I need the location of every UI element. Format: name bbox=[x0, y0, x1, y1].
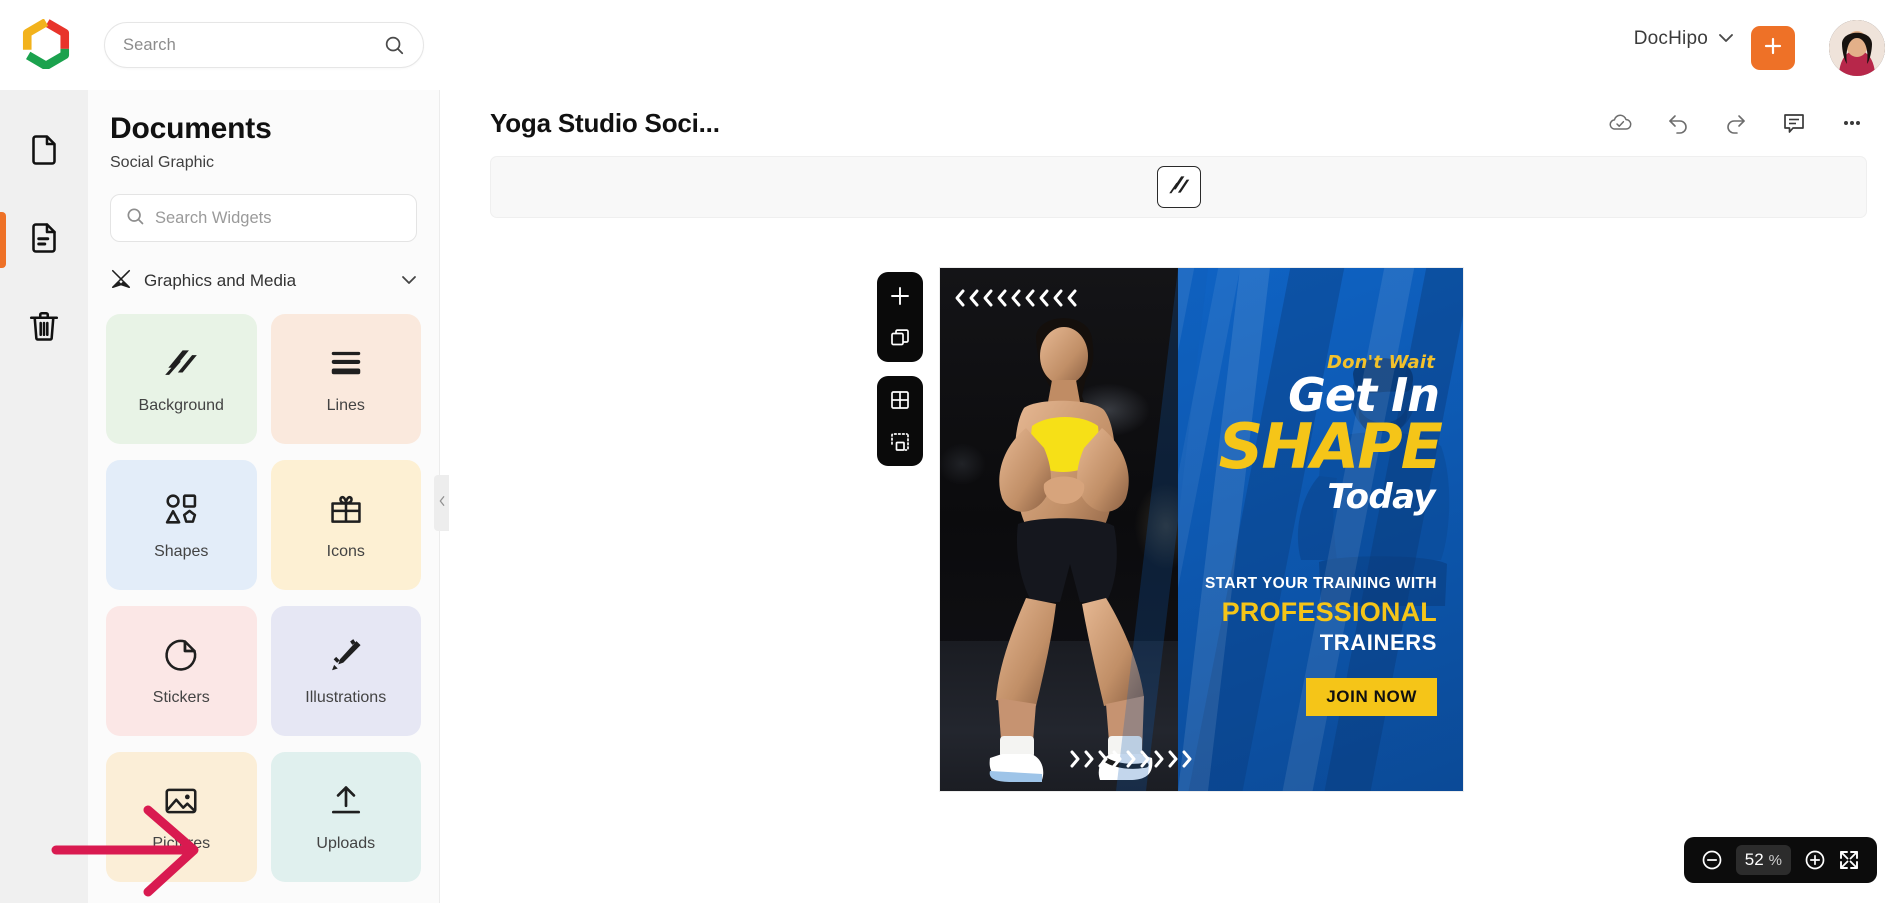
search-widgets-placeholder: Search Widgets bbox=[155, 208, 272, 227]
background-stripes-icon bbox=[1166, 172, 1192, 203]
image-icon bbox=[162, 781, 200, 821]
lines-icon bbox=[327, 343, 365, 383]
zoom-out-icon[interactable] bbox=[1698, 846, 1726, 874]
chevron-down-icon[interactable] bbox=[401, 272, 417, 290]
chevron-left-icon bbox=[437, 494, 447, 512]
search-icon bbox=[383, 34, 405, 56]
zoom-in-icon[interactable] bbox=[1801, 846, 1829, 874]
search-input[interactable]: Search bbox=[123, 36, 383, 55]
zoom-control: 52 % bbox=[1683, 837, 1877, 883]
design-artboard[interactable]: Don't Wait Get In SHAPE Today START YOUR… bbox=[940, 268, 1463, 791]
app-logo[interactable] bbox=[18, 17, 74, 74]
ellipsis-icon[interactable] bbox=[1837, 108, 1867, 138]
plus-icon bbox=[1761, 34, 1785, 63]
artboard-chevrons-top bbox=[954, 288, 1079, 308]
widget-tile-label: Stickers bbox=[152, 689, 210, 706]
widget-tile-shapes[interactable]: Shapes bbox=[106, 460, 257, 590]
widget-tile-label: Shapes bbox=[154, 543, 209, 560]
document-blank-icon bbox=[26, 132, 62, 173]
widget-tile-pictures[interactable]: Pictures bbox=[106, 752, 257, 882]
artboard-blue-panel bbox=[1178, 268, 1463, 791]
grid-view-button[interactable] bbox=[885, 385, 915, 415]
search-icon bbox=[125, 206, 145, 231]
widget-tile-label: Icons bbox=[326, 543, 365, 560]
sticker-icon bbox=[162, 635, 200, 675]
search-widgets-input[interactable]: Search Widgets bbox=[110, 194, 417, 242]
dochipo-logo-icon bbox=[21, 17, 71, 74]
widget-tile-icons[interactable]: Icons bbox=[270, 460, 421, 590]
section-graphics-and-media[interactable]: Graphics and Media bbox=[110, 264, 417, 298]
widget-tile-uploads[interactable]: Uploads bbox=[270, 752, 421, 882]
select-area-button[interactable] bbox=[885, 427, 915, 457]
widgets-panel: Documents Social Graphic Search Widgets … bbox=[88, 90, 440, 903]
zoom-unit: % bbox=[1768, 852, 1782, 869]
widget-tile-label: Illustrations bbox=[305, 689, 387, 706]
document-actions bbox=[1605, 108, 1867, 138]
shapes-icon bbox=[162, 489, 200, 529]
sidebar-item-new-document[interactable] bbox=[0, 108, 88, 196]
page-title: Documents bbox=[110, 112, 272, 145]
chevron-down-icon bbox=[1718, 30, 1734, 48]
background-widget-button[interactable] bbox=[1156, 166, 1201, 208]
avatar[interactable] bbox=[1829, 20, 1885, 76]
org-switcher[interactable]: DocHipo bbox=[1634, 28, 1734, 50]
top-bar: Search DocHipo bbox=[0, 0, 1899, 90]
sidebar-item-my-documents[interactable] bbox=[0, 196, 88, 284]
panel-collapse-handle[interactable] bbox=[434, 475, 449, 531]
trash-icon bbox=[26, 308, 62, 349]
create-new-button[interactable] bbox=[1751, 26, 1795, 70]
widget-tile-label: Uploads bbox=[316, 835, 376, 852]
background-stripes-icon bbox=[162, 343, 200, 383]
widget-tile-label: Pictures bbox=[152, 835, 211, 852]
document-type-label: Social Graphic bbox=[110, 154, 215, 171]
widget-tile-lines[interactable]: Lines bbox=[270, 314, 421, 444]
page-tools-secondary bbox=[877, 376, 923, 466]
redo-arrow-icon[interactable] bbox=[1721, 108, 1751, 138]
document-title[interactable]: Yoga Studio Soci... bbox=[490, 108, 720, 139]
gift-icon bbox=[327, 489, 365, 529]
widget-tile-background[interactable]: Background bbox=[106, 314, 257, 444]
add-page-button[interactable] bbox=[885, 281, 915, 311]
context-toolbar bbox=[490, 156, 1867, 218]
page-tools-primary bbox=[877, 272, 923, 362]
global-search[interactable]: Search bbox=[104, 22, 424, 68]
artboard-chevrons-bottom bbox=[1068, 749, 1193, 769]
widget-tiles-grid: Background Lines Shapes Icons Stickers I… bbox=[106, 314, 421, 882]
widget-tile-label: Lines bbox=[326, 397, 365, 414]
section-label: Graphics and Media bbox=[144, 271, 297, 290]
cloud-check-icon[interactable] bbox=[1605, 108, 1635, 138]
document-lines-icon bbox=[26, 220, 62, 261]
page-tools bbox=[877, 272, 923, 466]
widget-tile-stickers[interactable]: Stickers bbox=[106, 606, 257, 736]
sidebar-item-trash[interactable] bbox=[0, 284, 88, 372]
upload-arrow-icon bbox=[327, 781, 365, 821]
fullscreen-icon[interactable] bbox=[1835, 846, 1863, 874]
athlete-figure bbox=[989, 318, 1153, 782]
left-icon-rail bbox=[0, 90, 88, 903]
undo-arrow-icon[interactable] bbox=[1663, 108, 1693, 138]
widget-tile-label: Background bbox=[138, 397, 224, 414]
graphics-media-icon bbox=[110, 268, 132, 295]
comment-bubble-icon[interactable] bbox=[1779, 108, 1809, 138]
zoom-value-field[interactable]: 52 % bbox=[1735, 845, 1791, 875]
duplicate-page-button[interactable] bbox=[885, 323, 915, 353]
pencil-sparkle-icon bbox=[327, 635, 365, 675]
zoom-level: 52 bbox=[1744, 850, 1764, 869]
artboard-photo bbox=[940, 268, 1208, 791]
org-name: DocHipo bbox=[1633, 28, 1708, 49]
widget-tile-illustrations[interactable]: Illustrations bbox=[270, 606, 421, 736]
